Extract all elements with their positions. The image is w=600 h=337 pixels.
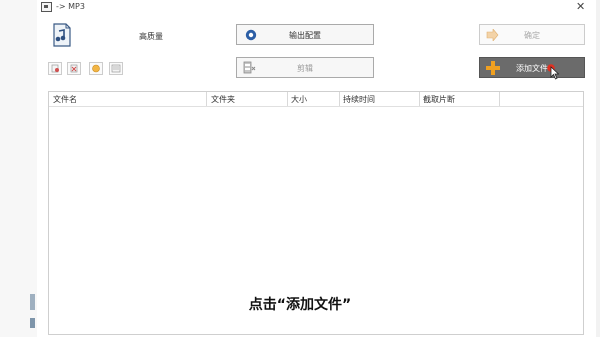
- media-info-icon[interactable]: [109, 62, 123, 75]
- output-config-button[interactable]: 输出配置: [236, 24, 374, 45]
- column-header-filename[interactable]: 文件名: [53, 94, 77, 105]
- column-divider[interactable]: [206, 92, 207, 106]
- remove-file-icon[interactable]: [48, 62, 62, 75]
- confirm-button[interactable]: 确定: [479, 24, 585, 45]
- column-divider[interactable]: [419, 92, 420, 106]
- mp3-format-icon: [53, 23, 71, 47]
- app-icon: [41, 2, 52, 12]
- clear-list-icon[interactable]: [67, 62, 81, 75]
- background-window-edge: [30, 318, 35, 328]
- background-desktop-right: [596, 0, 600, 337]
- table-header: 文件名 文件夹 大小 持续时间 截取片断: [49, 92, 583, 107]
- video-subtitle: 点击“添加文件”: [248, 297, 352, 313]
- clip-label: 剪辑: [297, 64, 313, 73]
- media-info-glyph-icon: [111, 64, 121, 73]
- option-glyph-icon: [92, 64, 100, 73]
- output-config-label: 输出配置: [289, 31, 321, 40]
- column-header-folder[interactable]: 文件夹: [211, 94, 235, 105]
- option-icon[interactable]: [89, 62, 103, 75]
- column-header-duration[interactable]: 持续时间: [343, 94, 375, 105]
- mouse-cursor-icon: [547, 64, 559, 80]
- add-file-button[interactable]: 添加文件: [479, 57, 585, 78]
- column-header-segment[interactable]: 截取片断: [423, 94, 455, 105]
- format-dialog: -> MP3 ✕ 高质量 输出配置 剪辑 确定 添加文件 文件名 文件夹 大小 …: [37, 0, 596, 337]
- add-file-label: 添加文件: [516, 64, 548, 73]
- remove-file-glyph-icon: [51, 64, 59, 73]
- background-desktop-left: [0, 0, 38, 337]
- window-title: -> MP3: [56, 2, 85, 11]
- clip-button[interactable]: 剪辑: [236, 57, 374, 78]
- column-divider[interactable]: [287, 92, 288, 106]
- column-header-size[interactable]: 大小: [291, 94, 307, 105]
- quality-label[interactable]: 高质量: [139, 31, 163, 42]
- clear-list-glyph-icon: [70, 64, 78, 73]
- column-divider[interactable]: [339, 92, 340, 106]
- column-divider[interactable]: [499, 92, 500, 106]
- title-bar: -> MP3 ✕: [37, 0, 596, 14]
- close-icon[interactable]: ✕: [576, 0, 585, 13]
- confirm-label: 确定: [524, 31, 540, 40]
